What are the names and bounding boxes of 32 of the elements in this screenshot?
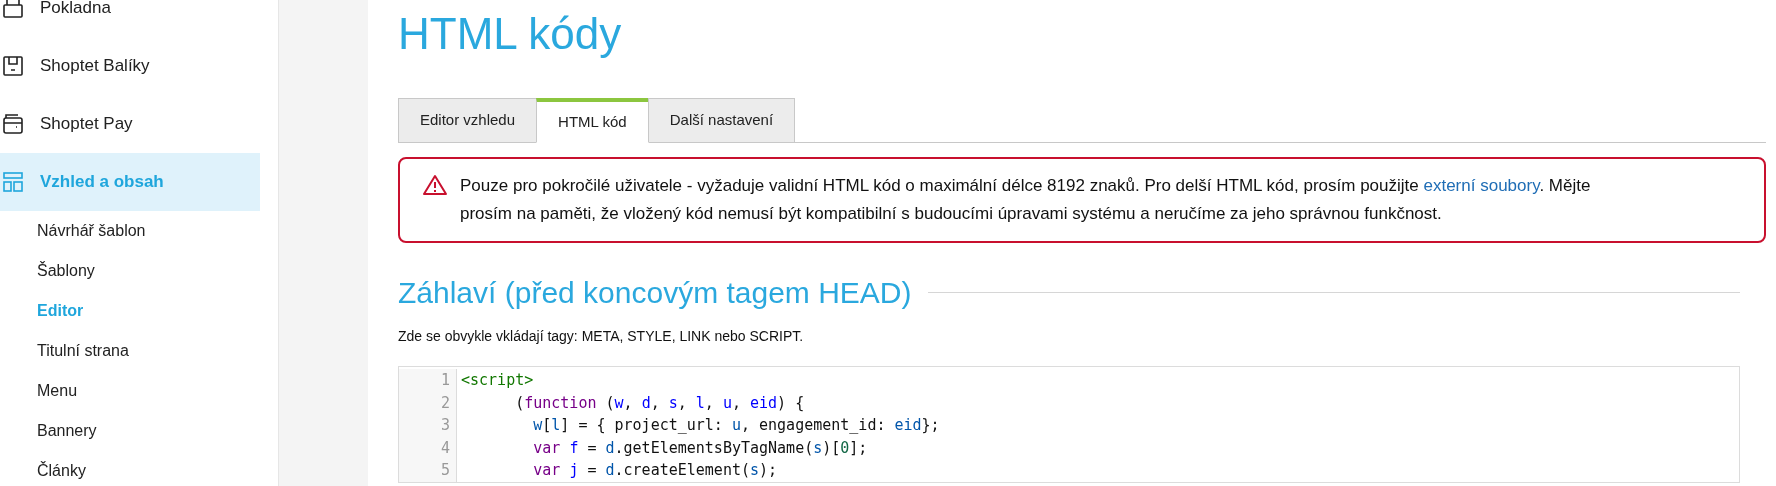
code-line: w[l] = { project_url: u, engagement_id: eid}; [532,415,940,436]
tab[interactable]: Editor vzhledu [398,98,538,142]
tab[interactable]: HTML kód [536,98,649,143]
line-number: 5 [440,460,450,481]
line-number: 3 [440,415,450,436]
warning-text: Pouze pro pokročilé uživatele - vyžaduje validní HTML kód o maximální délce 8192 znaků. Pro delší HTML kód, prosím použijte externí soubory. Mějte prosím na paměti, že vložený kód nemusí být kompatibilní s budoucími úpravami systému a neručíme za jeho správnou funkčnost. [460,175,1592,225]
package-icon [2,55,24,77]
page-title: HTML kódy [398,12,622,56]
section-description: Zde se obvykle vkládají tagy: META, STYLE, LINK nebo SCRIPT. [398,327,805,346]
tab[interactable]: Další nastavení [647,98,796,142]
register-icon [2,0,24,19]
sidebar-subitem[interactable]: Články [0,451,278,486]
line-number: 1 [440,370,450,391]
sidebar-item[interactable]: Shoptet Balíky [0,37,260,95]
external-files-link[interactable]: externí soubory [1423,176,1540,195]
sidebar-subitem[interactable]: Titulní strana [0,331,278,371]
sidebar-subitem[interactable]: Menu [0,371,278,411]
code-line: var f = d.getElementsByTagName(s)[0]; [532,437,869,459]
wallet-icon [2,113,24,135]
sidebar-item[interactable]: Pokladna [0,0,260,37]
code-line: <script> [461,370,535,391]
line-number: 4 [440,437,450,459]
sidebar-item[interactable]: Shoptet Pay [0,95,260,153]
line-number: 2 [440,392,450,414]
code-line: (function (w, d, s, l, u, eid) { [514,392,806,414]
sidebar-subitem[interactable]: Bannery [0,411,278,451]
sidebar-subitem[interactable]: Návrhář šablon [0,211,278,251]
code-line: var j = d.createElement(s); [532,460,779,481]
warning-icon [422,174,448,196]
section-heading: Záhlaví (před koncovým tagem HEAD) [398,275,912,311]
sidebar-subitem[interactable]: Šablony [0,251,278,291]
layout-icon [2,171,24,193]
